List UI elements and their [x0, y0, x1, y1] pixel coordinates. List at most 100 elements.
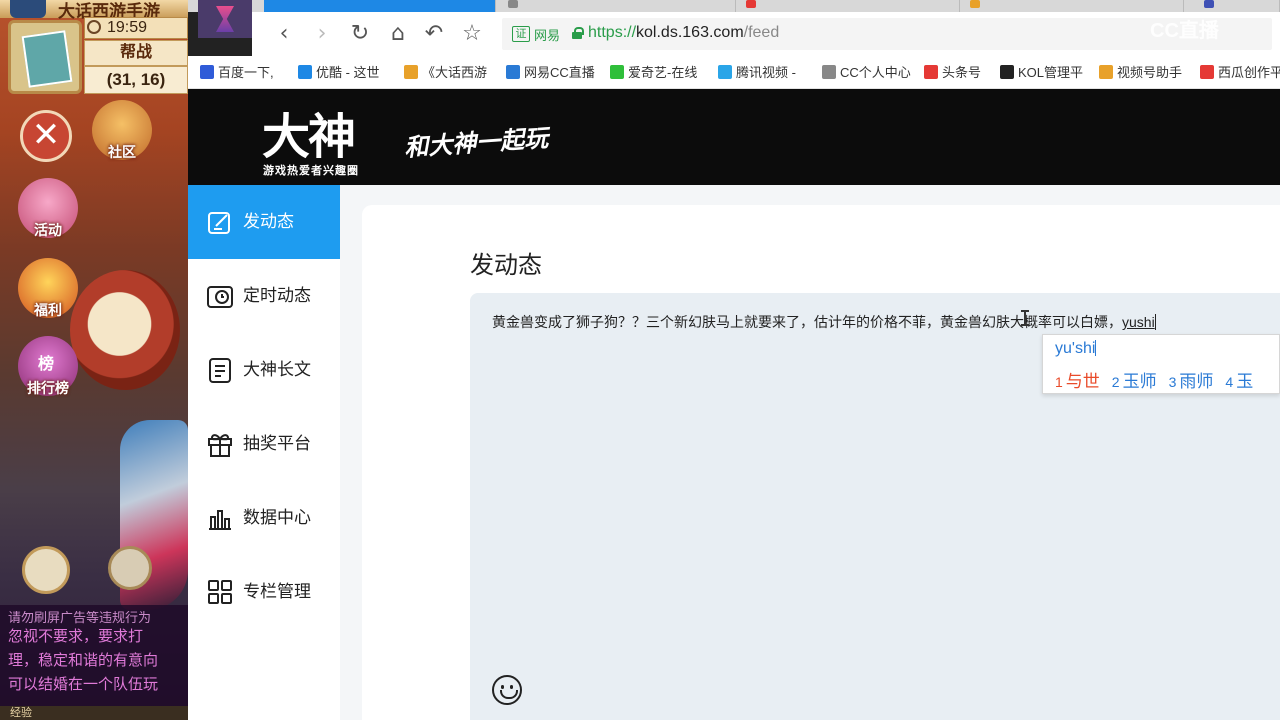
certificate-icon[interactable]: 证 [512, 26, 530, 42]
site-header: 大神 游戏热爱者兴趣圈 和大神一起玩 [188, 89, 1280, 185]
bookmark-favicon-icon [1099, 65, 1113, 79]
reload-icon[interactable]: ↻ [348, 22, 372, 46]
sidebar-item[interactable]: 发动态 [188, 185, 340, 259]
bookmark-item[interactable]: 优酷 - 这世 [298, 64, 380, 82]
ime-candidate[interactable]: 1 与世 [1055, 367, 1100, 392]
url-path: /feed [743, 24, 780, 41]
bookmark-favicon-icon [404, 65, 418, 79]
ime-input: yu'shi [1055, 340, 1097, 358]
bookmark-favicon-icon [610, 65, 624, 79]
bookmark-item[interactable]: 爱奇艺-在线 [610, 64, 697, 82]
chat-icon[interactable] [22, 546, 70, 594]
forward-icon[interactable]: › [310, 22, 334, 46]
editor-text[interactable]: 黄金兽变成了狮子狗？？三个新幻肤马上就要来了，估计年的价格不菲，黄金兽幻肤大概率… [492, 313, 1156, 331]
cc-live-logo: CC直播 [1150, 20, 1219, 42]
bar-chart-icon [206, 504, 234, 532]
ime-candidate-number: 2 [1111, 374, 1120, 390]
bookmark-item[interactable]: 视频号助手 [1099, 64, 1182, 82]
sidebar-item-label: 专栏管理 [243, 582, 311, 601]
clock-calendar-icon [206, 282, 234, 310]
bookmark-favicon-icon [506, 65, 520, 79]
bookmark-item[interactable]: 西瓜创作平 [1200, 64, 1280, 82]
activity-button[interactable]: 活动 [18, 178, 78, 238]
home-icon[interactable]: ⌂ [386, 22, 410, 46]
bookmark-label: 百度一下, [218, 65, 274, 80]
drum-scene [70, 270, 180, 390]
experience-bar: 经验 [0, 706, 188, 720]
bookmark-star-icon[interactable]: ☆ [460, 22, 484, 46]
rank-label: 排行榜 [27, 380, 69, 396]
bookmark-favicon-icon [822, 65, 836, 79]
sidebar-item[interactable]: 数据中心 [188, 481, 340, 555]
gift-icon [206, 430, 234, 458]
bookmark-label: 西瓜创作平 [1218, 65, 1280, 80]
tab[interactable] [962, 0, 1184, 12]
text-cursor-icon [1021, 310, 1029, 326]
tab-active[interactable] [264, 0, 496, 12]
chat-line: 忽视不要求，要求打 [8, 628, 144, 645]
tab-strip [188, 0, 1280, 12]
bookmarks-bar: 百度一下, 优酷 - 这世 《大话西游 网易CC直播 爱奇艺-在线 腾讯视频 - CC个人中… [188, 56, 1280, 89]
clock-icon [87, 20, 101, 34]
bookmark-item[interactable]: 《大话西游 [404, 64, 487, 82]
url-scheme: https:// [588, 24, 637, 41]
sidebar-item-label: 大神长文 [243, 360, 311, 379]
close-icon[interactable]: ✕ [20, 110, 72, 162]
sidebar-item-label: 抽奖平台 [243, 434, 311, 453]
emoji-icon[interactable] [492, 675, 522, 705]
certificate-label: 网易 [534, 28, 561, 43]
bookmark-label: 网易CC直播 [524, 65, 595, 80]
sidebar-item[interactable]: 专栏管理 [188, 555, 340, 629]
rank-badge: 榜 [38, 356, 55, 373]
chat-line: 理，稳定和谐的有意向 [8, 652, 159, 669]
sidebar-item-label: 发动态 [243, 212, 294, 231]
site-slogan: 和大神一起玩 [403, 123, 549, 162]
ime-candidate[interactable]: 4玉 [1225, 367, 1253, 392]
bookmark-favicon-icon [1200, 65, 1214, 79]
welfare-button[interactable]: 福利 [18, 258, 78, 318]
sidebar-item[interactable]: 定时动态 [188, 259, 340, 333]
bookmark-item[interactable]: CC个人中心 [822, 64, 911, 82]
tab[interactable] [738, 0, 960, 12]
bookmark-item[interactable]: KOL管理平 [1000, 64, 1083, 82]
tab[interactable] [1196, 0, 1280, 12]
ime-candidate-number: 3 [1168, 374, 1177, 390]
sidebar-item[interactable]: 大神长文 [188, 333, 340, 407]
bookmark-item[interactable]: 网易CC直播 [506, 64, 595, 82]
bookmark-item[interactable]: 百度一下, [200, 64, 274, 82]
ime-candidate-text: 与世 [1065, 372, 1100, 391]
app-icon[interactable] [198, 0, 252, 38]
lock-icon[interactable] [572, 27, 584, 39]
sidebar-item[interactable]: 抽奖平台 [188, 407, 340, 481]
exp-label: 经验 [10, 707, 32, 719]
rank-button[interactable]: 榜 排行榜 [18, 336, 78, 396]
site-logo-subtitle: 游戏热爱者兴趣圈 [263, 165, 359, 177]
bookmark-favicon-icon [200, 65, 214, 79]
back-icon[interactable]: ‹ [272, 22, 296, 46]
bookmark-item[interactable]: 头条号 [924, 64, 981, 82]
site-logo[interactable]: 大神 [262, 97, 356, 167]
bookmark-label: 腾讯视频 - [736, 65, 796, 80]
ime-candidate-text: 玉 [1236, 372, 1254, 391]
tab[interactable] [498, 0, 736, 12]
sidebar-item-label: 定时动态 [243, 286, 311, 305]
game-mode: 帮战 [84, 40, 188, 66]
url-text[interactable]: https://kol.ds.163.com/feed [588, 24, 779, 42]
bookmark-label: 头条号 [942, 65, 982, 80]
ime-pinyin: yu'shi [1055, 340, 1096, 357]
microphone-icon[interactable] [108, 546, 152, 590]
ime-candidate[interactable]: 2 玉师 [1112, 367, 1157, 392]
edit-icon [206, 208, 234, 236]
bookmark-favicon-icon [1000, 65, 1014, 79]
chat-line: 请勿刷屏广告等违规行为 [8, 611, 152, 625]
ime-candidate-number: 1 [1055, 374, 1063, 390]
ime-candidate[interactable]: 3 雨师 [1169, 367, 1214, 392]
ime-candidates: 1 与世 2 玉师 3 雨师 4 玉 [1055, 367, 1265, 392]
bookmark-label: CC个人中心 [840, 65, 911, 80]
game-panel: 大话西游手游 19:59 帮战 (31, 16) ✕ 社区 活动 福利 榜 排行… [0, 0, 188, 720]
game-avatar[interactable] [10, 0, 46, 18]
minimap-icon[interactable] [8, 20, 82, 94]
bookmark-item[interactable]: 腾讯视频 - [718, 64, 796, 82]
community-button[interactable]: 社区 [92, 100, 152, 160]
undo-icon[interactable]: ↶ [422, 22, 446, 46]
